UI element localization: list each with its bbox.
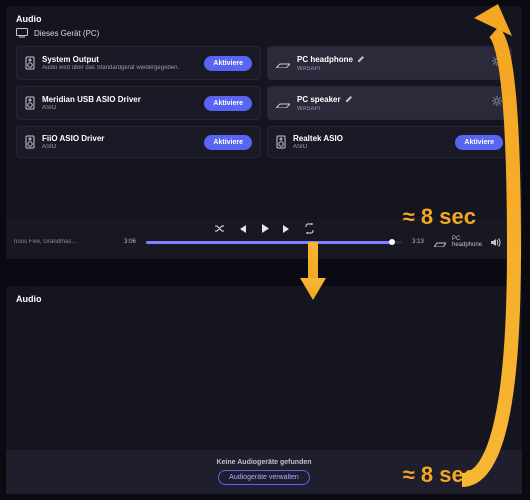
speaker-icon — [276, 135, 286, 149]
device-sub: ASIO — [42, 144, 197, 150]
headphone-icon — [276, 98, 290, 108]
speaker-icon — [25, 135, 35, 149]
this-device-row: Dieses Gerät (PC) — [16, 28, 512, 38]
device-card-system-output[interactable]: System Output Audio wird über das Standa… — [16, 46, 261, 80]
computer-icon — [16, 28, 28, 38]
elapsed-time: 3:06 — [118, 239, 142, 245]
play-icon[interactable] — [259, 223, 270, 234]
section-title: Audio — [16, 294, 512, 304]
device-sub: ASIO — [42, 105, 197, 111]
device-card-meridian[interactable]: Meridian USB ASIO Driver ASIO Aktiviere — [16, 86, 261, 120]
device-name: Meridian USB ASIO Driver — [42, 95, 141, 104]
device-name: System Output — [42, 55, 99, 64]
activate-button[interactable]: Aktiviere — [204, 96, 252, 111]
no-devices-message: Keine Audiogeräte gefunden — [216, 459, 311, 466]
edit-icon[interactable] — [345, 95, 353, 105]
section-title: Audio — [16, 14, 512, 24]
device-name: Realtek ASIO — [293, 134, 343, 143]
edit-icon[interactable] — [357, 55, 365, 65]
this-device-label: Dieses Gerät (PC) — [34, 29, 99, 38]
now-playing-title: rious Five, Grandmas… — [14, 239, 114, 245]
device-name: PC speaker — [297, 95, 341, 104]
device-name: PC headphone — [297, 55, 353, 64]
device-name: FiiO ASIO Driver — [42, 134, 104, 143]
headphone-icon — [276, 58, 290, 68]
arrow-down-annotation — [296, 242, 330, 302]
device-sub: Audio wird über das Standardgerät wieder… — [42, 65, 197, 71]
speaker-icon — [25, 56, 35, 70]
speaker-icon — [25, 96, 35, 110]
manage-audio-devices-button[interactable]: Audiogeräte verwalten — [218, 470, 310, 485]
device-sub: ASIO — [293, 144, 448, 150]
device-grid: System Output Audio wird über das Standa… — [16, 46, 512, 158]
total-time: 3:13 — [406, 239, 430, 245]
prev-track-icon[interactable] — [237, 224, 247, 234]
arrow-curve-annotation — [454, 0, 530, 494]
output-device-icon[interactable] — [434, 238, 446, 247]
device-card-fiio[interactable]: FiiO ASIO Driver ASIO Aktiviere — [16, 126, 261, 158]
next-track-icon[interactable] — [282, 224, 292, 234]
activate-button[interactable]: Aktiviere — [204, 56, 252, 71]
activate-button[interactable]: Aktiviere — [204, 135, 252, 150]
repeat-icon[interactable] — [304, 223, 315, 234]
shuffle-icon[interactable] — [214, 223, 225, 234]
seek-bar[interactable] — [146, 241, 402, 244]
